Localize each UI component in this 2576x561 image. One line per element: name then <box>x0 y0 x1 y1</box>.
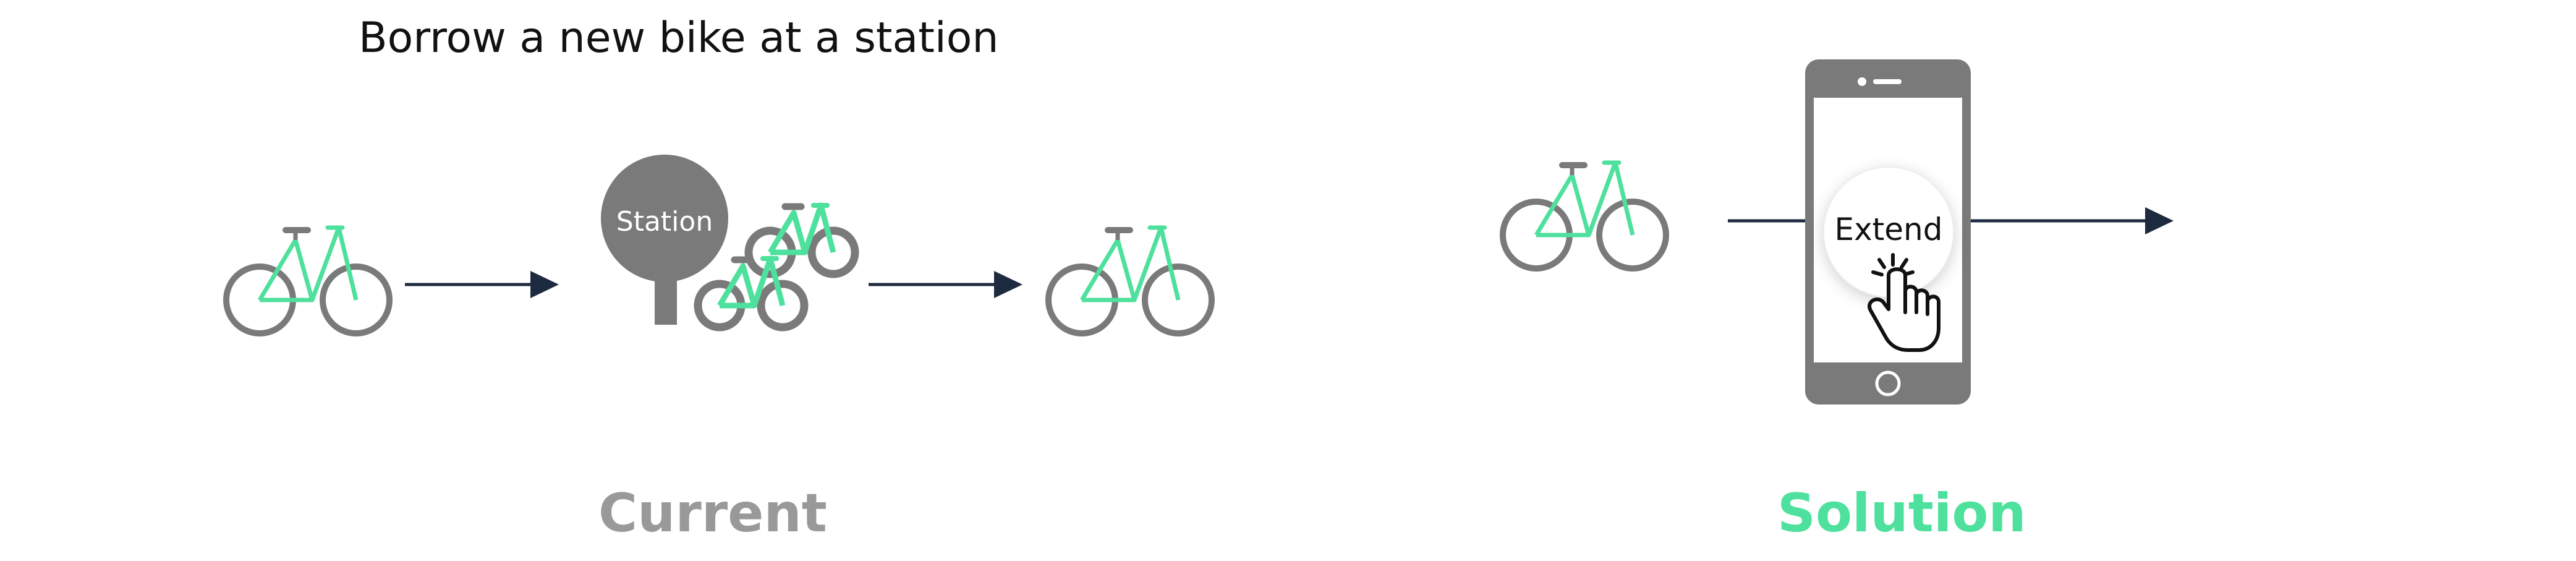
bike-icon <box>749 205 855 274</box>
arrow-icon <box>869 271 1022 298</box>
station-label: Station <box>616 206 713 238</box>
current-caption: Current <box>598 482 827 544</box>
diagram-graphics: Station Extend <box>0 59 2174 405</box>
extend-label: Extend <box>1835 212 1943 247</box>
bike-icon <box>1048 228 1212 333</box>
arrow-icon <box>1971 207 2174 234</box>
bike-icon <box>226 228 389 333</box>
arrow-icon <box>405 271 559 298</box>
solution-caption: Solution <box>1777 482 2026 544</box>
station-sign-icon: Station <box>601 155 728 325</box>
diagram-canvas: Borrow a new bike at a station Station E… <box>0 0 2576 561</box>
bike-icon <box>1503 163 1666 268</box>
